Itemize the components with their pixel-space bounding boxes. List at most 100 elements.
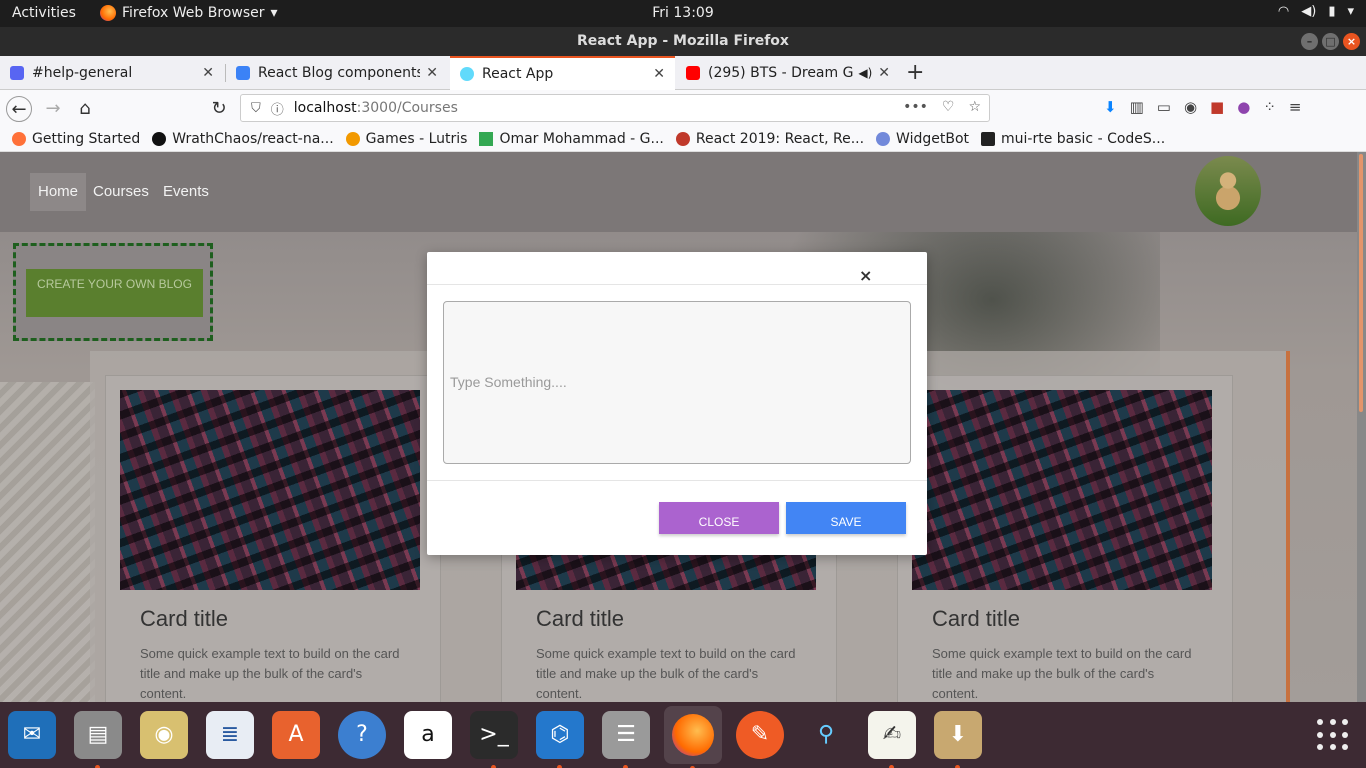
reload-button[interactable]: ↻	[206, 96, 232, 122]
bookmark-label: WrathChaos/react-na...	[172, 130, 334, 147]
close-tab-icon[interactable]: ✕	[426, 65, 438, 81]
bookmark-item[interactable]: WrathChaos/react-na...	[152, 130, 334, 147]
close-window-button[interactable]: ×	[1343, 33, 1360, 50]
close-tab-icon[interactable]: ✕	[653, 66, 665, 82]
close-button[interactable]: CLOSE	[659, 502, 779, 534]
maximize-button[interactable]: □	[1322, 33, 1339, 50]
extensions-grid-icon[interactable]: ⁘	[1263, 98, 1276, 116]
vscode-icon[interactable]: ⌬	[536, 711, 584, 768]
editor-modal: × CLOSE SAVE	[427, 252, 927, 555]
color-picker-icon[interactable]: ⚲	[802, 711, 850, 759]
app-grid-icon[interactable]	[1317, 719, 1349, 751]
nav-home[interactable]: Home	[30, 173, 87, 211]
tab-react-app[interactable]: React App ✕	[450, 56, 675, 90]
card-title: Card title	[536, 606, 625, 631]
sidebar-icon[interactable]: ▭	[1157, 98, 1171, 116]
bookmark-star-icon[interactable]: ☆	[968, 99, 981, 115]
firefox-icon	[12, 131, 26, 146]
create-blog-button[interactable]: CREATE YOUR OWN BLOG	[26, 269, 203, 317]
software-icon[interactable]: A	[272, 711, 320, 759]
codesandbox-icon	[981, 131, 996, 146]
modal-header: ×	[427, 252, 927, 285]
activities-button[interactable]: Activities	[12, 5, 76, 21]
tab-react-blog[interactable]: React Blog components ✕	[226, 56, 448, 90]
bookmark-label: Omar Mohammad - G...	[499, 130, 664, 147]
extension-icon[interactable]: ■	[1210, 98, 1224, 116]
rhythmbox-icon[interactable]: ◉	[140, 711, 188, 759]
database-icon[interactable]: ☰	[602, 711, 650, 768]
minimize-button[interactable]: –	[1301, 33, 1318, 50]
bookmark-item[interactable]: mui-rte basic - CodeS...	[981, 131, 1165, 147]
firefox-dock-icon[interactable]	[664, 706, 722, 768]
bookmark-item[interactable]: Getting Started	[12, 131, 140, 147]
postman-icon[interactable]: ✎	[736, 711, 784, 759]
tab-label: #help-general	[32, 65, 133, 81]
system-top-bar: Activities Firefox Web Browser ▾ Fri 13:…	[0, 0, 1366, 27]
system-tray[interactable]: ◠ ◀) ▮ ▾	[1278, 4, 1354, 19]
tab-youtube[interactable]: (295) BTS - Dream Glo ◀) ✕	[676, 56, 900, 90]
terminal-icon[interactable]: >_	[470, 711, 518, 768]
bookmark-item[interactable]: React 2019: React, Re...	[675, 130, 865, 147]
firefox-icon	[100, 5, 116, 21]
bookmark-label: React 2019: React, Re...	[695, 130, 865, 147]
modal-footer-divider	[427, 480, 927, 481]
volume-icon: ◀)	[1301, 4, 1317, 19]
card-text: Some quick example text to build on the …	[932, 646, 1192, 701]
amazon-icon[interactable]: a	[404, 711, 452, 759]
save-button[interactable]: SAVE	[786, 502, 906, 534]
google-drive-icon	[479, 131, 494, 146]
shield-icon[interactable]: ⛉	[251, 101, 261, 116]
udemy-icon	[675, 131, 690, 146]
avatar[interactable]	[1195, 156, 1261, 226]
close-tab-icon[interactable]: ✕	[202, 65, 214, 81]
app-menu[interactable]: Firefox Web Browser ▾	[100, 5, 278, 21]
tab-help-general[interactable]: #help-general ✕	[0, 56, 224, 90]
bookmark-label: mui-rte basic - CodeS...	[1001, 130, 1166, 147]
close-tab-icon[interactable]: ✕	[878, 65, 890, 81]
tab-strip: #help-general ✕ React Blog components ✕ …	[0, 56, 1366, 90]
files-icon[interactable]: ▤	[74, 711, 122, 768]
info-icon[interactable]: ⓘ	[271, 99, 284, 118]
bookmark-item[interactable]: Omar Mohammad - G...	[479, 130, 664, 147]
blog-text-input[interactable]	[443, 301, 911, 464]
new-tab-button[interactable]: +	[906, 60, 924, 85]
forward-button[interactable]: →	[40, 96, 66, 122]
navigation-toolbar: ← → ⌂ ↻ ⛉ ⓘ localhost:3000/Courses ••• ♡…	[0, 90, 1366, 126]
extension-icon[interactable]: ●	[1237, 98, 1250, 116]
clock[interactable]: Fri 13:09	[640, 5, 726, 21]
scrollbar-thumb[interactable]	[1359, 154, 1363, 412]
window-titlebar: React App - Mozilla Firefox – □ ×	[0, 27, 1366, 56]
bookmarks-toolbar: Getting Started WrathChaos/react-na... G…	[0, 126, 1366, 152]
card: Card title Some quick example text to bu…	[105, 375, 441, 702]
help-icon[interactable]: ?	[338, 711, 386, 759]
nav-events[interactable]: Events	[155, 173, 217, 211]
text-editor-icon[interactable]: ✍	[868, 711, 916, 768]
bookmark-label: Getting Started	[32, 130, 141, 147]
speaker-icon[interactable]: ◀)	[858, 66, 872, 80]
nav-courses[interactable]: Courses	[85, 173, 157, 211]
tab-label: (295) BTS - Dream Glo	[708, 65, 855, 81]
home-button[interactable]: ⌂	[72, 96, 98, 122]
battery-icon: ▮	[1328, 4, 1336, 19]
bookmark-item[interactable]: WidgetBot	[876, 131, 969, 147]
page-actions-icon[interactable]: •••	[903, 99, 928, 115]
card-text: Some quick example text to build on the …	[140, 646, 400, 701]
menu-icon[interactable]: ≡	[1289, 98, 1302, 116]
account-icon[interactable]: ◉	[1184, 98, 1197, 116]
library-icon[interactable]: ▥	[1130, 98, 1144, 116]
discord-icon	[10, 66, 24, 80]
download-icon[interactable]: ⬇	[1104, 98, 1117, 116]
bookmark-item[interactable]: Games - Lutris	[345, 131, 467, 147]
page-scrollbar[interactable]	[1357, 152, 1366, 702]
card-title: Card title	[932, 606, 1021, 631]
back-button[interactable]: ←	[6, 96, 32, 122]
close-icon[interactable]: ×	[859, 268, 872, 284]
pocket-icon[interactable]: ♡	[942, 99, 955, 115]
thunderbird-icon[interactable]: ✉	[8, 711, 56, 759]
bookmark-label: WidgetBot	[896, 130, 970, 147]
writer-icon[interactable]: ≣	[206, 711, 254, 759]
mdn-icon	[236, 66, 250, 80]
url-host: localhost	[293, 100, 357, 116]
url-bar[interactable]: ⛉ ⓘ localhost:3000/Courses ••• ♡ ☆	[240, 94, 990, 122]
archive-icon[interactable]: ⬇	[934, 711, 982, 768]
